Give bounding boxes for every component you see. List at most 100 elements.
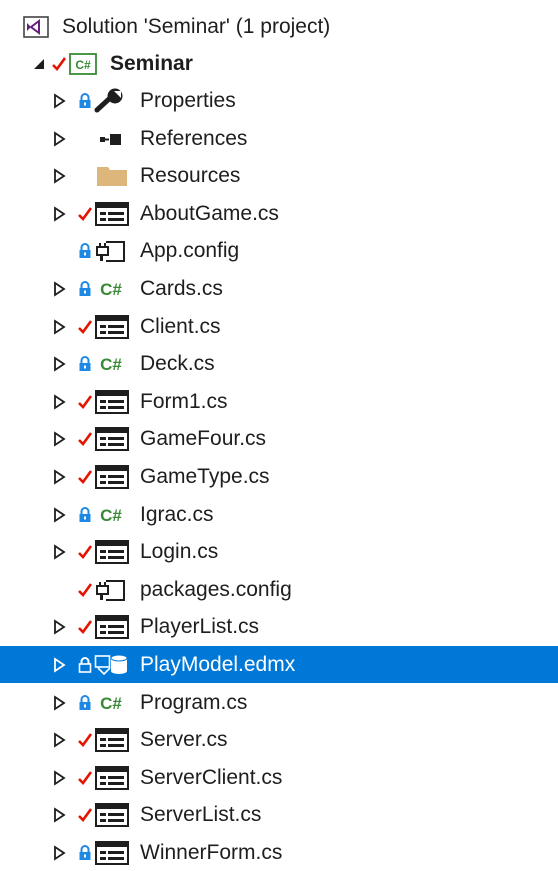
tree-item-label: GameType.cs xyxy=(140,464,270,488)
tree-item-label: Cards.cs xyxy=(140,276,223,300)
tree-item-resources[interactable]: Resources xyxy=(0,157,558,194)
tree-item-label: Program.cs xyxy=(140,690,248,714)
tree-item-label: Server.cs xyxy=(140,727,228,751)
form-icon xyxy=(94,539,130,565)
tree-item-label: ServerList.cs xyxy=(140,802,262,826)
expand-arrow-icon[interactable] xyxy=(50,468,68,486)
lock-icon xyxy=(78,656,92,674)
tree-item-cards-cs[interactable]: C# Cards.cs xyxy=(0,270,558,307)
tree-item-label: Client.cs xyxy=(140,314,221,338)
tree-item-login-cs[interactable]: Login.cs xyxy=(0,533,558,570)
tree-item-label: WinnerForm.cs xyxy=(140,840,283,864)
expand-arrow-icon[interactable] xyxy=(50,618,68,636)
tree-item-program-cs[interactable]: C# Program.cs xyxy=(0,684,558,721)
tree-item-deck-cs[interactable]: C# Deck.cs xyxy=(0,345,558,382)
expand-arrow-icon[interactable] xyxy=(50,205,68,223)
expand-arrow-icon[interactable] xyxy=(50,806,68,824)
svg-text:C#: C# xyxy=(75,58,91,72)
expand-arrow-icon[interactable] xyxy=(50,167,68,185)
checkout-check-icon xyxy=(78,430,92,448)
tree-item-label: AboutGame.cs xyxy=(140,201,279,225)
expand-arrow-icon[interactable] xyxy=(50,694,68,712)
expand-arrow-icon[interactable] xyxy=(50,430,68,448)
vs-solution-icon xyxy=(22,15,50,39)
config-icon xyxy=(94,238,130,264)
expand-arrow-icon[interactable] xyxy=(50,280,68,298)
tree-item-client-cs[interactable]: Client.cs xyxy=(0,308,558,345)
tree-item-label: Deck.cs xyxy=(140,351,215,375)
lock-icon xyxy=(78,694,92,712)
svg-text:C#: C# xyxy=(100,506,122,525)
form-icon xyxy=(94,765,130,791)
tree-item-packages-config[interactable]: packages.config xyxy=(0,571,558,608)
lock-icon xyxy=(78,355,92,373)
lock-icon xyxy=(78,92,92,110)
checkout-check-icon xyxy=(78,468,92,486)
tree-item-label: PlayModel.edmx xyxy=(140,652,296,676)
tree-item-label: Login.cs xyxy=(140,539,219,563)
expand-arrow-icon[interactable] xyxy=(50,731,68,749)
solution-label: Solution 'Seminar' (1 project) xyxy=(62,14,331,38)
form-icon xyxy=(94,426,130,452)
expand-arrow-icon[interactable] xyxy=(50,506,68,524)
tree-item-label: App.config xyxy=(140,238,240,262)
expand-arrow-icon[interactable] xyxy=(50,393,68,411)
tree-item-label: References xyxy=(140,126,248,150)
checkout-check-icon xyxy=(78,806,92,824)
status-spacer xyxy=(78,130,92,148)
csharp-file-icon: C# xyxy=(94,690,130,716)
solution-node[interactable]: Solution 'Seminar' (1 project) xyxy=(0,8,558,45)
form-icon xyxy=(94,727,130,753)
tree-item-playerlist-cs[interactable]: PlayerList.cs xyxy=(0,608,558,645)
tree-item-server-cs[interactable]: Server.cs xyxy=(0,721,558,758)
form-icon xyxy=(94,464,130,490)
tree-item-playmodel-edmx[interactable]: PlayModel.edmx xyxy=(0,646,558,683)
expand-arrow-icon[interactable] xyxy=(50,318,68,336)
references-icon xyxy=(94,126,130,152)
form-icon xyxy=(94,314,130,340)
tree-item-properties[interactable]: Properties xyxy=(0,82,558,119)
expand-arrow-icon[interactable] xyxy=(50,769,68,787)
form-icon xyxy=(94,802,130,828)
checkout-check-icon xyxy=(78,318,92,336)
form-icon xyxy=(94,840,130,866)
tree-item-serverlist-cs[interactable]: ServerList.cs xyxy=(0,796,558,833)
svg-text:C#: C# xyxy=(100,694,122,713)
lock-icon xyxy=(78,242,92,260)
csharp-project-icon: C# xyxy=(68,52,98,76)
checkout-check-icon xyxy=(52,55,66,73)
expand-arrow-icon[interactable] xyxy=(50,656,68,674)
csharp-file-icon: C# xyxy=(94,351,130,377)
tree-item-gamefour-cs[interactable]: GameFour.cs xyxy=(0,420,558,457)
project-label: Seminar xyxy=(110,51,193,75)
config-icon xyxy=(94,577,130,603)
tree-item-label: Form1.cs xyxy=(140,389,228,413)
expand-arrow-icon[interactable] xyxy=(50,92,68,110)
checkout-check-icon xyxy=(78,543,92,561)
expanded-triangle-icon[interactable] xyxy=(30,55,48,73)
checkout-check-icon xyxy=(78,769,92,787)
tree-item-serverclient-cs[interactable]: ServerClient.cs xyxy=(0,759,558,796)
tree-item-winnerform-cs[interactable]: WinnerForm.cs xyxy=(0,834,558,871)
expand-arrow-icon[interactable] xyxy=(50,130,68,148)
expand-arrow-icon[interactable] xyxy=(50,543,68,561)
project-node[interactable]: C# Seminar xyxy=(0,45,558,82)
tree-item-aboutgame-cs[interactable]: AboutGame.cs xyxy=(0,195,558,232)
tree-item-form1-cs[interactable]: Form1.cs xyxy=(0,383,558,420)
tree-item-app-config[interactable]: App.config xyxy=(0,232,558,269)
tree-item-igrac-cs[interactable]: C# Igrac.cs xyxy=(0,496,558,533)
checkout-check-icon xyxy=(78,618,92,636)
tree-item-gametype-cs[interactable]: GameType.cs xyxy=(0,458,558,495)
tree-item-label: Resources xyxy=(140,163,241,187)
tree-item-label: Igrac.cs xyxy=(140,502,214,526)
tree-item-label: Properties xyxy=(140,88,236,112)
form-icon xyxy=(94,614,130,640)
expand-arrow-icon[interactable] xyxy=(50,355,68,373)
checkout-check-icon xyxy=(78,731,92,749)
svg-text:C#: C# xyxy=(100,355,122,374)
tree-item-references[interactable]: References xyxy=(0,120,558,157)
svg-text:C#: C# xyxy=(100,280,122,299)
checkout-check-icon xyxy=(78,393,92,411)
status-spacer xyxy=(78,167,92,185)
